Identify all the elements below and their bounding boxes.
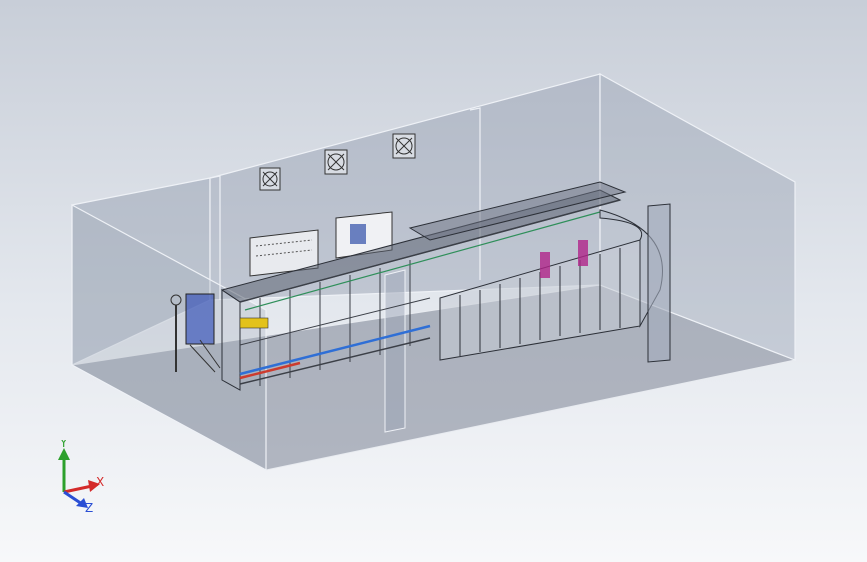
x-axis-line [63, 484, 93, 494]
exhaust-fan-icon [324, 149, 348, 175]
cad-viewport[interactable]: Y X Z [0, 0, 867, 562]
axis-triad-icon: Y X Z [58, 440, 104, 515]
x-axis-label: X [96, 475, 104, 489]
exhaust-fan-icon [259, 167, 281, 191]
z-axis-line [63, 490, 83, 506]
y-axis-label: Y [59, 440, 68, 450]
support-column [647, 203, 671, 363]
exhaust-fan-icon [392, 133, 416, 159]
partition-wall [384, 269, 406, 433]
factory-room-model[interactable] [0, 0, 867, 562]
z-axis-label: Z [85, 501, 93, 515]
